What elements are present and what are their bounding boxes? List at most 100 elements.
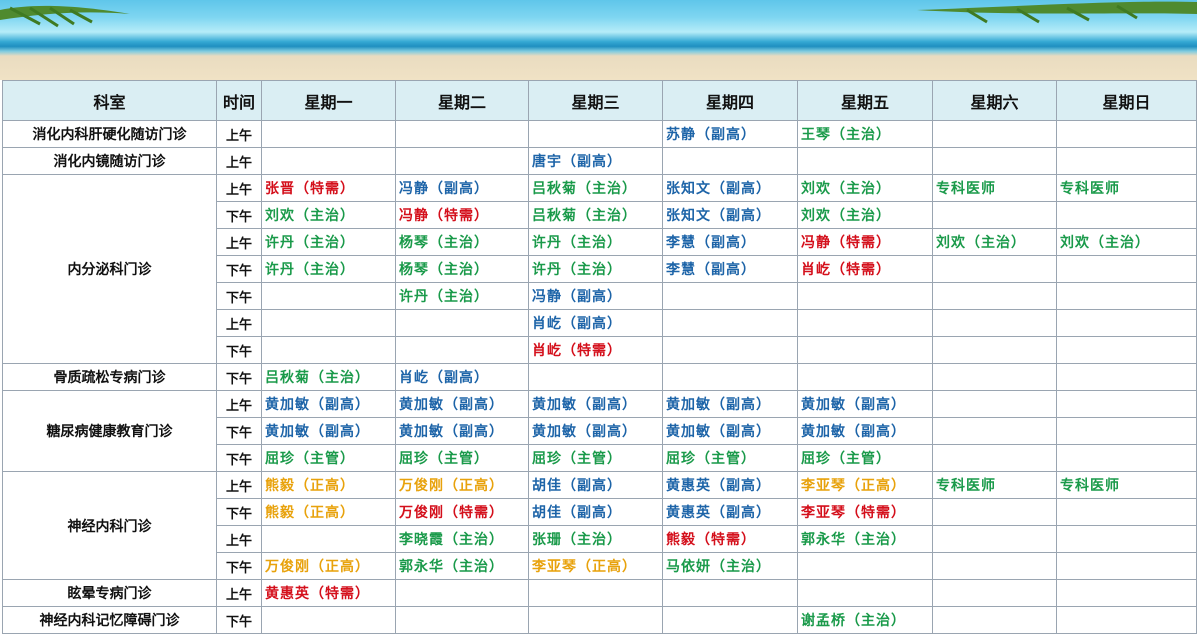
schedule-row: 消化内镜随访门诊 上午 唐宇（副高） bbox=[2, 147, 1197, 175]
empty-cell-tuesday bbox=[395, 120, 529, 148]
empty-cell-monday bbox=[261, 525, 396, 553]
department-name: 神经内科门诊 bbox=[2, 471, 217, 580]
doctor-cell-wednesday: 吕秋菊（主治） bbox=[528, 174, 663, 202]
session-time: 上午 bbox=[216, 309, 262, 337]
doctor-cell-wednesday: 张珊（主治） bbox=[528, 525, 663, 553]
header-department: 科室 bbox=[2, 80, 217, 121]
doctor-cell-thursday: 黄惠英（副高） bbox=[662, 471, 798, 499]
doctor-cell-monday: 许丹（主治） bbox=[261, 228, 396, 256]
doctor-cell-tuesday: 冯静（特需） bbox=[395, 201, 529, 229]
doctor-cell-friday: 肖屹（特需） bbox=[797, 255, 933, 283]
doctor-cell-saturday: 刘欢（主治） bbox=[932, 228, 1057, 256]
doctor-cell-saturday: 专科医师 bbox=[932, 471, 1057, 499]
session-time: 下午 bbox=[216, 498, 262, 526]
empty-cell-sunday bbox=[1056, 120, 1197, 148]
empty-cell-saturday bbox=[932, 525, 1057, 553]
session-time: 下午 bbox=[216, 255, 262, 283]
empty-cell-monday bbox=[261, 606, 396, 634]
empty-cell-thursday bbox=[662, 363, 798, 391]
empty-cell-saturday bbox=[932, 147, 1057, 175]
schedule-row: 糖尿病健康教育门诊 上午 黄加敏（副高） 黄加敏（副高） 黄加敏（副高） 黄加敏（副高）黄… bbox=[2, 390, 1197, 472]
header-wednesday: 星期三 bbox=[528, 80, 663, 121]
session-time: 上午 bbox=[216, 147, 262, 175]
doctor-cell-thursday: 屈珍（主管） bbox=[662, 444, 798, 472]
doctor-cell-friday: 王琴（主治） bbox=[797, 120, 933, 148]
doctor-cell-monday: 黄加敏（副高） bbox=[261, 390, 396, 418]
empty-cell-saturday bbox=[932, 579, 1057, 607]
department-name: 内分泌科门诊 bbox=[2, 174, 217, 364]
session-time: 下午 bbox=[216, 417, 262, 445]
empty-cell-thursday bbox=[662, 282, 798, 310]
empty-cell-sunday bbox=[1056, 309, 1197, 337]
schedule-row: 骨质疏松专病门诊 下午 吕秋菊（主治） 肖屹（副高） bbox=[2, 363, 1197, 391]
empty-cell-saturday bbox=[932, 363, 1057, 391]
department-name: 骨质疏松专病门诊 bbox=[2, 363, 217, 391]
empty-cell-friday bbox=[797, 282, 933, 310]
empty-cell-monday bbox=[261, 336, 396, 364]
empty-cell-saturday bbox=[932, 498, 1057, 526]
doctor-cell-friday: 李亚琴（正高） bbox=[797, 471, 933, 499]
doctor-cell-friday: 冯静（特需） bbox=[797, 228, 933, 256]
doctor-cell-thursday: 李慧（副高） bbox=[662, 255, 798, 283]
doctor-cell-tuesday: 屈珍（主管） bbox=[395, 444, 529, 472]
doctor-cell-wednesday: 吕秋菊（主治） bbox=[528, 201, 663, 229]
empty-cell-monday bbox=[261, 282, 396, 310]
empty-cell-monday bbox=[261, 120, 396, 148]
doctor-cell-thursday: 苏静（副高） bbox=[662, 120, 798, 148]
doctor-cell-wednesday: 冯静（副高） bbox=[528, 282, 663, 310]
session-time: 上午 bbox=[216, 120, 262, 148]
palm-frond-left-icon bbox=[0, 5, 130, 28]
doctor-cell-wednesday: 屈珍（主管） bbox=[528, 444, 663, 472]
doctor-cell-sunday: 刘欢（主治） bbox=[1056, 228, 1197, 256]
empty-cell-friday bbox=[797, 552, 933, 580]
doctor-cell-wednesday: 许丹（主治） bbox=[528, 255, 663, 283]
empty-cell-monday bbox=[261, 147, 396, 175]
session-time: 下午 bbox=[216, 282, 262, 310]
beach-banner bbox=[0, 0, 1197, 80]
header-saturday: 星期六 bbox=[932, 80, 1057, 121]
schedule-row: 眩晕专病门诊 上午 黄惠英（特需） bbox=[2, 579, 1197, 607]
empty-cell-friday bbox=[797, 363, 933, 391]
session-time: 下午 bbox=[216, 363, 262, 391]
doctor-cell-wednesday: 唐宇（副高） bbox=[528, 147, 663, 175]
empty-cell-sunday bbox=[1056, 390, 1197, 418]
doctor-cell-tuesday: 黄加敏（副高） bbox=[395, 390, 529, 418]
doctor-cell-thursday: 黄加敏（副高） bbox=[662, 417, 798, 445]
schedule-body: 消化内科肝硬化随访门诊 上午 苏静（副高） 王琴（主治） 消化内镜随访门诊 上午 唐宇（副高… bbox=[2, 120, 1197, 634]
session-time: 下午 bbox=[216, 444, 262, 472]
empty-cell-saturday bbox=[932, 309, 1057, 337]
doctor-cell-friday: 黄加敏（副高） bbox=[797, 390, 933, 418]
empty-cell-sunday bbox=[1056, 417, 1197, 445]
session-time: 上午 bbox=[216, 471, 262, 499]
empty-cell-saturday bbox=[932, 336, 1057, 364]
header-thursday: 星期四 bbox=[662, 80, 798, 121]
empty-cell-saturday bbox=[932, 282, 1057, 310]
doctor-cell-wednesday: 肖屹（副高） bbox=[528, 309, 663, 337]
header-monday: 星期一 bbox=[261, 80, 396, 121]
empty-cell-wednesday bbox=[528, 579, 663, 607]
doctor-cell-wednesday: 李亚琴（正高） bbox=[528, 552, 663, 580]
doctor-cell-tuesday: 肖屹（副高） bbox=[395, 363, 529, 391]
doctor-cell-monday: 张晋（特需） bbox=[261, 174, 396, 202]
doctor-cell-thursday: 张知文（副高） bbox=[662, 174, 798, 202]
doctor-cell-sunday: 专科医师 bbox=[1056, 471, 1197, 499]
empty-cell-sunday bbox=[1056, 336, 1197, 364]
empty-cell-sunday bbox=[1056, 444, 1197, 472]
doctor-cell-monday: 刘欢（主治） bbox=[261, 201, 396, 229]
empty-cell-friday bbox=[797, 147, 933, 175]
department-name: 消化内科肝硬化随访门诊 bbox=[2, 120, 217, 148]
empty-cell-sunday bbox=[1056, 525, 1197, 553]
doctor-cell-friday: 谢孟桥（主治） bbox=[797, 606, 933, 634]
empty-cell-sunday bbox=[1056, 255, 1197, 283]
empty-cell-wednesday bbox=[528, 120, 663, 148]
session-time: 下午 bbox=[216, 336, 262, 364]
doctor-cell-thursday: 黄惠英（副高） bbox=[662, 498, 798, 526]
doctor-cell-wednesday: 胡佳（副高） bbox=[528, 498, 663, 526]
empty-cell-thursday bbox=[662, 309, 798, 337]
schedule-row: 消化内科肝硬化随访门诊 上午 苏静（副高） 王琴（主治） bbox=[2, 120, 1197, 148]
empty-cell-friday bbox=[797, 336, 933, 364]
empty-cell-friday bbox=[797, 309, 933, 337]
empty-cell-sunday bbox=[1056, 552, 1197, 580]
schedule-row: 神经内科门诊 上午 熊毅（正高） 万俊刚（正高） 胡佳（副高） 黄惠英（副高） 李亚琴（正高… bbox=[2, 471, 1197, 580]
doctor-cell-friday: 黄加敏（副高） bbox=[797, 417, 933, 445]
